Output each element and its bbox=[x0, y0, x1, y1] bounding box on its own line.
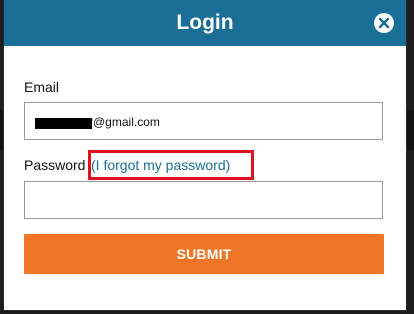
modal-title: Login bbox=[176, 11, 234, 34]
login-modal: Login Email r@gmail.com Password (I forg… bbox=[4, 0, 406, 310]
password-label: Password bbox=[24, 157, 86, 173]
close-icon bbox=[378, 17, 390, 29]
password-field[interactable] bbox=[24, 181, 383, 219]
highlight-box bbox=[88, 150, 254, 180]
email-value: r@gmail.com bbox=[89, 115, 160, 129]
close-button[interactable] bbox=[374, 13, 394, 33]
redaction-bar bbox=[35, 118, 92, 129]
email-label: Email bbox=[24, 79, 60, 95]
submit-button[interactable]: SUBMIT bbox=[24, 234, 384, 274]
email-field[interactable]: r@gmail.com bbox=[24, 102, 383, 140]
login-page: Login Email r@gmail.com Password (I forg… bbox=[0, 0, 414, 314]
modal-header: Login bbox=[4, 0, 406, 46]
